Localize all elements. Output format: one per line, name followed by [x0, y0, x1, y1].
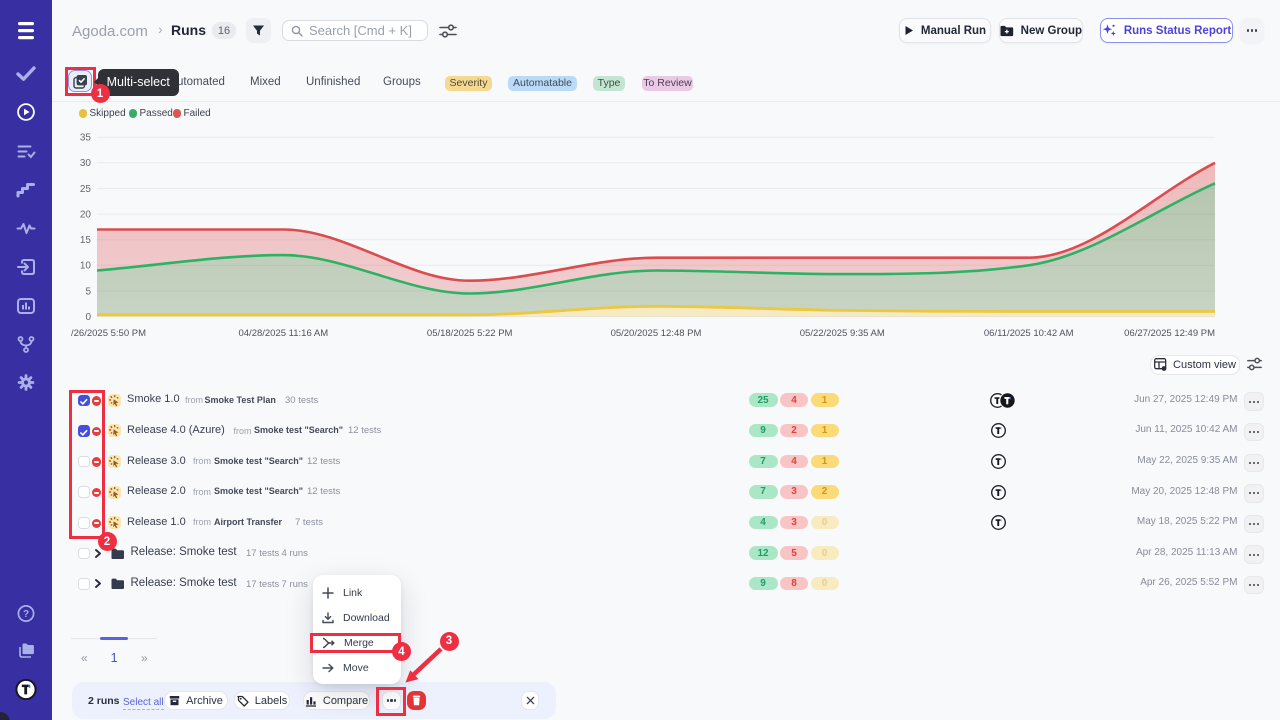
svg-text:06/11/2025 10:42 AM: 06/11/2025 10:42 AM — [984, 328, 1074, 339]
svg-text:06/27/2025 12:49 PM: 06/27/2025 12:49 PM — [1124, 328, 1215, 339]
svg-text:05/20/2025 12:48 PM: 05/20/2025 12:48 PM — [611, 328, 702, 339]
svg-text:25: 25 — [80, 184, 92, 195]
svg-text:05/22/2025 9:35 AM: 05/22/2025 9:35 AM — [800, 328, 885, 339]
svg-text:?: ? — [23, 609, 29, 620]
svg-text:15: 15 — [80, 235, 92, 246]
svg-text:0: 0 — [85, 312, 91, 323]
svg-text:/26/2025 5:50 PM: /26/2025 5:50 PM — [71, 328, 146, 339]
svg-text:10: 10 — [80, 261, 92, 272]
svg-text:35: 35 — [80, 133, 92, 144]
svg-text:04/28/2025 11:16 AM: 04/28/2025 11:16 AM — [238, 328, 328, 339]
svg-text:5: 5 — [85, 286, 91, 297]
svg-text:30: 30 — [80, 158, 92, 169]
svg-text:20: 20 — [80, 209, 92, 220]
svg-text:05/18/2025 5:22 PM: 05/18/2025 5:22 PM — [427, 328, 513, 339]
